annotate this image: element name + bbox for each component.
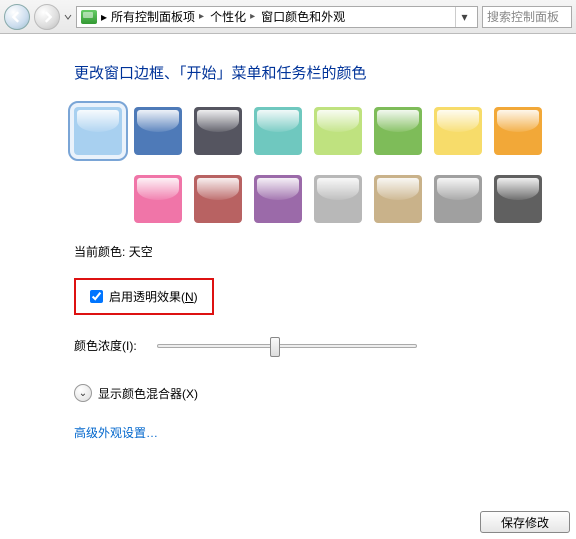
color-swatch[interactable] [74, 107, 122, 155]
color-swatch[interactable] [314, 107, 362, 155]
current-color-label: 当前颜色: [74, 245, 125, 259]
intensity-field: 颜色浓度(I): [74, 337, 576, 354]
breadcrumb-dropdown-icon[interactable]: ▾ [455, 7, 473, 27]
current-color-value: 天空 [129, 245, 153, 259]
page-title: 更改窗口边框、「开始」菜单和任务栏的颜色 [74, 62, 576, 83]
breadcrumb-item[interactable]: 窗口颜色和外观 [261, 8, 345, 25]
color-swatches [74, 107, 574, 223]
color-swatch[interactable] [494, 107, 542, 155]
save-button[interactable]: 保存修改 [480, 511, 570, 533]
transparency-checkbox[interactable] [90, 290, 103, 303]
color-swatch[interactable] [74, 175, 122, 223]
color-swatch[interactable] [254, 107, 302, 155]
chevron-down-icon: ⌄ [74, 384, 92, 402]
color-swatch[interactable] [194, 107, 242, 155]
slider-thumb[interactable] [270, 337, 280, 357]
toolbar: ▸ 所有控制面板项▸ 个性化▸ 窗口颜色和外观 ▾ 搜索控制面板 [0, 0, 576, 34]
footer: 保存修改 [480, 511, 570, 533]
color-mixer-label: 显示颜色混合器(X) [98, 385, 198, 402]
search-placeholder: 搜索控制面板 [487, 8, 559, 25]
color-mixer-expander[interactable]: ⌄ 显示颜色混合器(X) [74, 384, 576, 402]
color-swatch[interactable] [134, 107, 182, 155]
intensity-slider[interactable] [157, 344, 417, 348]
breadcrumb[interactable]: ▸ 所有控制面板项▸ 个性化▸ 窗口颜色和外观 ▾ [76, 6, 478, 28]
current-color-field: 当前颜色: 天空 [74, 243, 576, 260]
color-swatch[interactable] [254, 175, 302, 223]
back-button[interactable] [4, 4, 30, 30]
color-swatch[interactable] [494, 175, 542, 223]
intensity-label: 颜色浓度(I): [74, 337, 137, 354]
content-area: 更改窗口边框、「开始」菜单和任务栏的颜色 当前颜色: 天空 启用透明效果(N) … [0, 34, 576, 441]
breadcrumb-item[interactable]: 个性化▸ [210, 8, 257, 25]
transparency-label[interactable]: 启用透明效果(N) [109, 288, 198, 305]
history-dropdown-icon[interactable] [64, 11, 72, 23]
advanced-appearance-link[interactable]: 高级外观设置… [74, 424, 158, 441]
color-swatch[interactable] [434, 107, 482, 155]
folder-icon [81, 10, 97, 24]
chevron-right-icon[interactable]: ▸ [101, 10, 107, 24]
forward-button[interactable] [34, 4, 60, 30]
color-swatch[interactable] [374, 107, 422, 155]
color-swatch[interactable] [134, 175, 182, 223]
color-swatch[interactable] [194, 175, 242, 223]
search-input[interactable]: 搜索控制面板 [482, 6, 572, 28]
transparency-option: 启用透明效果(N) [74, 278, 214, 315]
color-swatch[interactable] [314, 175, 362, 223]
color-swatch[interactable] [434, 175, 482, 223]
breadcrumb-item[interactable]: 所有控制面板项▸ [111, 8, 206, 25]
color-swatch[interactable] [374, 175, 422, 223]
